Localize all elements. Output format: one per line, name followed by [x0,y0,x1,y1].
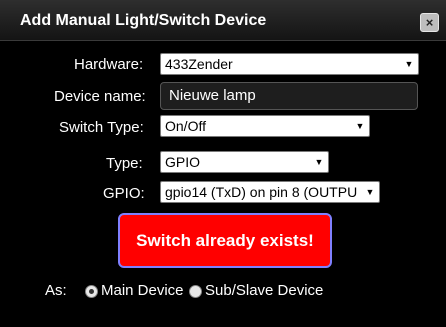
device-name-input[interactable]: Nieuwe lamp [160,82,418,110]
sub-slave-device-radio-label[interactable]: Sub/Slave Device [205,282,323,299]
hardware-label: Hardware: [74,56,144,73]
switch-exists-alert: Switch already exists! [118,213,332,268]
chevron-down-icon: ▼ [365,187,375,197]
hardware-select[interactable]: 433Zender ▼ [160,53,419,75]
chevron-down-icon: ▼ [404,59,414,69]
chevron-down-icon: ▼ [355,121,365,131]
type-select[interactable]: GPIO ▼ [160,151,329,173]
gpio-label: GPIO: [103,185,145,202]
chevron-down-icon: ▼ [314,157,324,167]
type-select-value: GPIO [165,154,201,170]
close-icon[interactable]: × [420,13,439,32]
gpio-select[interactable]: gpio14 (TxD) on pin 8 (OUTPU ▼ [160,181,380,203]
sub-slave-device-radio[interactable] [189,285,202,298]
switch-type-select[interactable]: On/Off ▼ [160,115,370,137]
dialog-titlebar: Add Manual Light/Switch Device × [0,0,446,41]
main-device-radio-label[interactable]: Main Device [101,282,184,299]
add-device-dialog: Add Manual Light/Switch Device × Hardwar… [0,0,446,327]
dialog-title: Add Manual Light/Switch Device [20,12,267,29]
hardware-select-value: 433Zender [165,56,233,72]
switch-type-select-value: On/Off [165,118,206,134]
main-device-radio[interactable] [85,285,98,298]
type-label: Type: [106,155,143,172]
switch-type-label: Switch Type: [59,119,144,136]
gpio-select-value: gpio14 (TxD) on pin 8 (OUTPU [165,184,358,200]
as-label: As: [45,282,67,299]
device-name-label: Device name: [54,88,146,105]
